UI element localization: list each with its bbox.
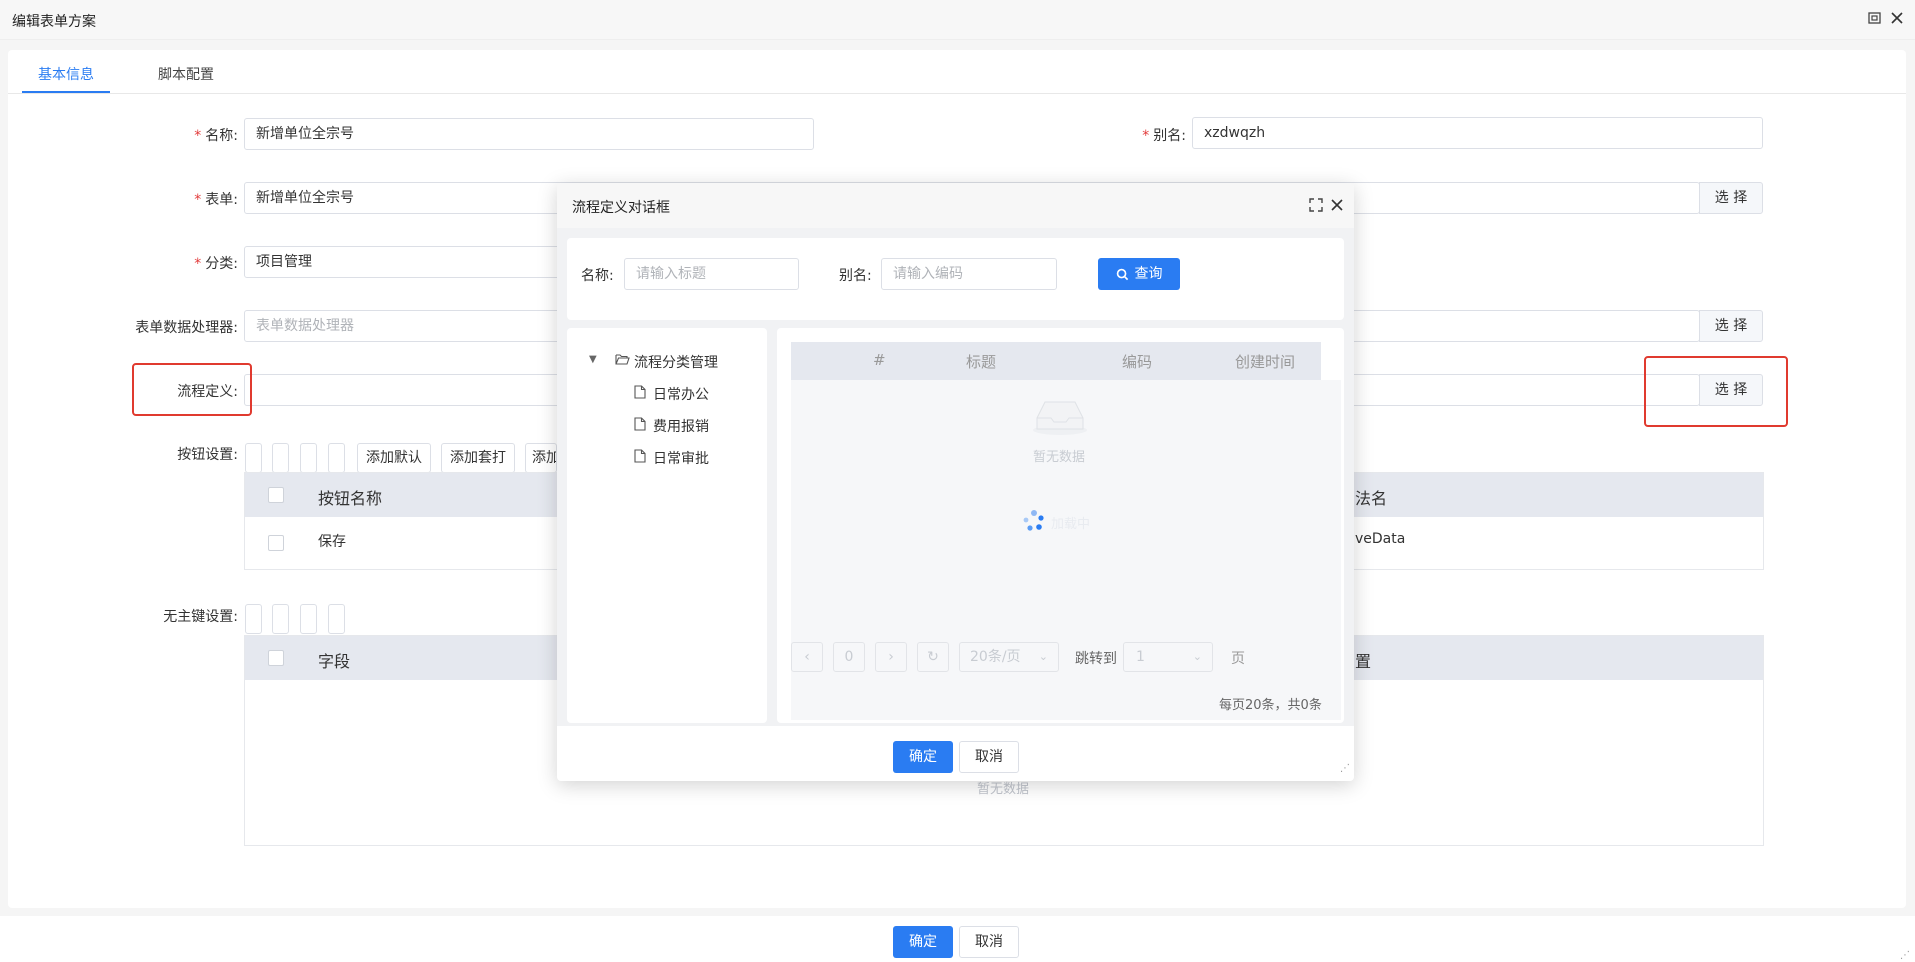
empty-text: 暂无数据 xyxy=(1033,450,1086,465)
loading-spinner-icon xyxy=(1022,509,1046,537)
row-checkbox[interactable] xyxy=(268,535,284,551)
window-titlebar: 编辑表单方案 xyxy=(0,0,1915,40)
jump-page-value: 1 xyxy=(1136,649,1145,665)
select-all-checkbox[interactable] xyxy=(268,650,284,666)
footer-bar: 确定 取消 ⋰ xyxy=(0,916,1915,962)
column-header: 编码 xyxy=(1122,353,1153,371)
processor-select-button[interactable]: 选 择 xyxy=(1699,310,1763,342)
button-settings-label: 按钮设置: xyxy=(177,447,238,463)
window-title: 编辑表单方案 xyxy=(12,14,96,30)
jump-page-select[interactable]: 1 ⌄ xyxy=(1123,642,1213,672)
file-icon xyxy=(634,385,646,403)
tab-script-config[interactable]: 脚本配置 xyxy=(158,64,214,84)
dialog-cancel-button[interactable]: 取消 xyxy=(959,741,1019,773)
caret-down-icon[interactable]: ▼ xyxy=(589,354,597,365)
highlight-box-label xyxy=(132,363,252,416)
pager-summary: 每页20条，共0条 xyxy=(1219,698,1322,713)
toolbar-mini-button[interactable] xyxy=(245,443,262,473)
toolbar-mini-button[interactable] xyxy=(245,604,262,634)
row-button-name: 保存 xyxy=(318,534,346,550)
maximize-icon[interactable] xyxy=(1308,197,1324,217)
search-name-input[interactable]: 请输入标题 xyxy=(624,258,799,290)
dialog-resize-icon[interactable]: ⋰ xyxy=(1340,763,1350,774)
form-select-button[interactable]: 选 择 xyxy=(1699,182,1763,214)
category-tree: ▼ 流程分类管理 日常办公 费用报销 日常审批 xyxy=(567,328,767,723)
tree-node-child[interactable]: 日常办公 xyxy=(653,384,709,404)
select-all-checkbox[interactable] xyxy=(268,487,284,503)
query-button-label: 查询 xyxy=(1134,266,1163,282)
page-size-value: 20条/页 xyxy=(970,649,1021,665)
category-label: * 分类: xyxy=(194,256,238,272)
chevron-down-icon: ⌄ xyxy=(1038,650,1048,663)
close-icon[interactable] xyxy=(1888,10,1906,28)
file-icon xyxy=(634,417,646,435)
process-definition-dialog: 流程定义对话框 名称: 请输入标题 别名: 请输入编码 查询 ▼ 流程分类管理 xyxy=(557,183,1354,781)
column-header: 置 xyxy=(1355,652,1372,671)
file-icon xyxy=(634,449,646,467)
column-header: 创建时间 xyxy=(1235,353,1296,371)
toolbar-mini-button[interactable] xyxy=(328,604,345,634)
active-tab-indicator xyxy=(22,91,110,93)
highlight-box-select xyxy=(1644,356,1788,427)
process-table-header: # 标题 编码 创建时间 xyxy=(791,342,1321,380)
cancel-button[interactable]: 取消 xyxy=(959,926,1019,958)
query-button[interactable]: 查询 xyxy=(1098,258,1180,290)
jump-label: 跳转到 xyxy=(1075,651,1117,667)
toolbar-mini-button[interactable] xyxy=(272,604,289,634)
form-label: * 表单: xyxy=(194,192,238,208)
process-table-card: # 标题 编码 创建时间 暂无数据 加载中 ‹ 0 › ↻ 20条/页 ⌄ 跳转… xyxy=(777,328,1344,723)
tree-node-child[interactable]: 费用报销 xyxy=(653,416,709,436)
resize-handle-icon[interactable]: ⋰ xyxy=(1900,950,1910,961)
prev-page-button[interactable]: ‹ xyxy=(791,642,823,672)
processor-label: 表单数据处理器: xyxy=(135,320,238,336)
row-method-name: veData xyxy=(1355,531,1406,547)
column-header: 字段 xyxy=(318,652,351,671)
next-page-button[interactable]: › xyxy=(875,642,907,672)
search-alias-input[interactable]: 请输入编码 xyxy=(881,258,1057,290)
tree-node-root[interactable]: 流程分类管理 xyxy=(634,352,718,372)
alias-input[interactable]: xzdwqzh xyxy=(1192,117,1763,149)
toolbar-mini-button[interactable] xyxy=(300,604,317,634)
add-more-button[interactable]: 添加 xyxy=(525,443,557,473)
toolbar-mini-button[interactable] xyxy=(300,443,317,473)
dialog-close-icon[interactable] xyxy=(1329,197,1345,217)
tree-node-child[interactable]: 日常审批 xyxy=(653,448,709,468)
folder-open-icon xyxy=(615,353,630,370)
page-unit-label: 页 xyxy=(1231,651,1245,667)
add-print-button[interactable]: 添加套打 xyxy=(441,443,515,473)
name-label: * 名称: xyxy=(194,128,238,144)
dialog-body: 名称: 请输入标题 别名: 请输入编码 查询 ▼ 流程分类管理 日常办公 费用报 xyxy=(557,228,1354,726)
loading-text: 加载中 xyxy=(1051,517,1091,532)
process-table-body: 暂无数据 加载中 ‹ 0 › ↻ 20条/页 ⌄ 跳转到 1 ⌄ 页 每页20条，共… xyxy=(791,380,1341,720)
search-name-label: 名称: xyxy=(581,268,614,284)
confirm-button[interactable]: 确定 xyxy=(893,926,953,958)
column-header: 按钮名称 xyxy=(318,489,383,508)
toolbar-mini-button[interactable] xyxy=(328,443,345,473)
tab-basic-info[interactable]: 基本信息 xyxy=(38,64,94,84)
dialog-header: 流程定义对话框 xyxy=(557,183,1354,228)
dialog-title: 流程定义对话框 xyxy=(572,200,670,216)
page-size-select[interactable]: 20条/页 ⌄ xyxy=(959,642,1059,672)
search-alias-label: 别名: xyxy=(839,268,872,284)
search-icon xyxy=(1116,268,1128,280)
chevron-down-icon: ⌄ xyxy=(1192,650,1202,663)
column-header: 标题 xyxy=(966,353,997,371)
toolbar-mini-button[interactable] xyxy=(272,443,289,473)
alias-label: * 别名: xyxy=(1142,128,1186,144)
name-input[interactable]: 新增单位全宗号 xyxy=(244,118,814,150)
refresh-icon[interactable]: ↻ xyxy=(917,642,949,672)
empty-box-icon xyxy=(1031,396,1089,440)
no-pk-settings-label: 无主键设置: xyxy=(163,609,238,625)
column-header: # xyxy=(873,351,886,369)
restore-icon[interactable] xyxy=(1866,10,1884,28)
dialog-confirm-button[interactable]: 确定 xyxy=(893,741,953,773)
current-page[interactable]: 0 xyxy=(833,642,865,672)
tab-bar: 基本信息 脚本配置 xyxy=(8,50,1906,94)
column-header: 法名 xyxy=(1355,489,1388,508)
add-default-button[interactable]: 添加默认 xyxy=(357,443,431,473)
search-card: 名称: 请输入标题 别名: 请输入编码 查询 xyxy=(567,238,1344,320)
